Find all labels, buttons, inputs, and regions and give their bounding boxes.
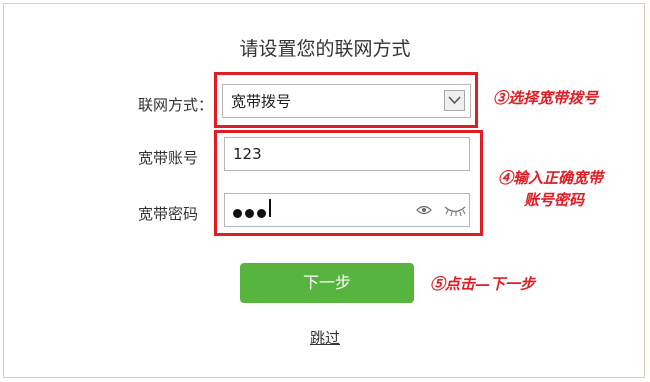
skip-link[interactable]: 跳过 <box>310 329 340 347</box>
next-button[interactable]: 下一步 <box>240 263 414 303</box>
annotation-step4-line2: 账号密码 <box>524 191 585 209</box>
annotation-step3: ③选择宽带拨号 <box>493 89 599 107</box>
annotation-step5: ⑤点击—下一步 <box>430 275 536 293</box>
skip-link-row: 跳过 <box>0 327 650 348</box>
connection-type-label: 联网方式： <box>138 96 214 114</box>
highlight-box-connection-type <box>214 72 478 128</box>
annotation-step4-line1: ④输入正确宽带 <box>498 169 604 187</box>
highlight-box-credentials <box>214 130 483 236</box>
page-title: 请设置您的联网方式 <box>239 38 411 60</box>
password-label: 宽带密码 <box>138 205 199 223</box>
account-label: 宽带账号 <box>138 149 199 167</box>
